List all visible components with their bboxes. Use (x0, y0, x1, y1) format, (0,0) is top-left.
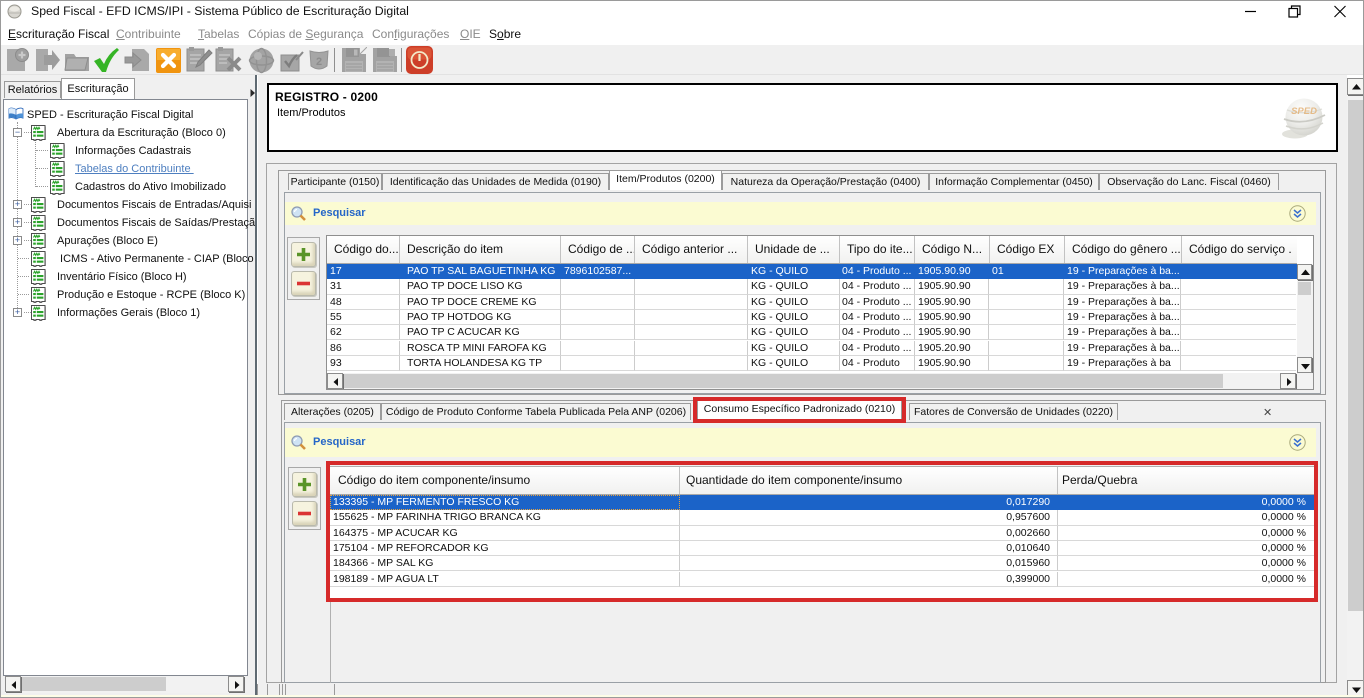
svg-text:2: 2 (316, 56, 322, 68)
svg-text:SPED: SPED (1291, 106, 1317, 117)
